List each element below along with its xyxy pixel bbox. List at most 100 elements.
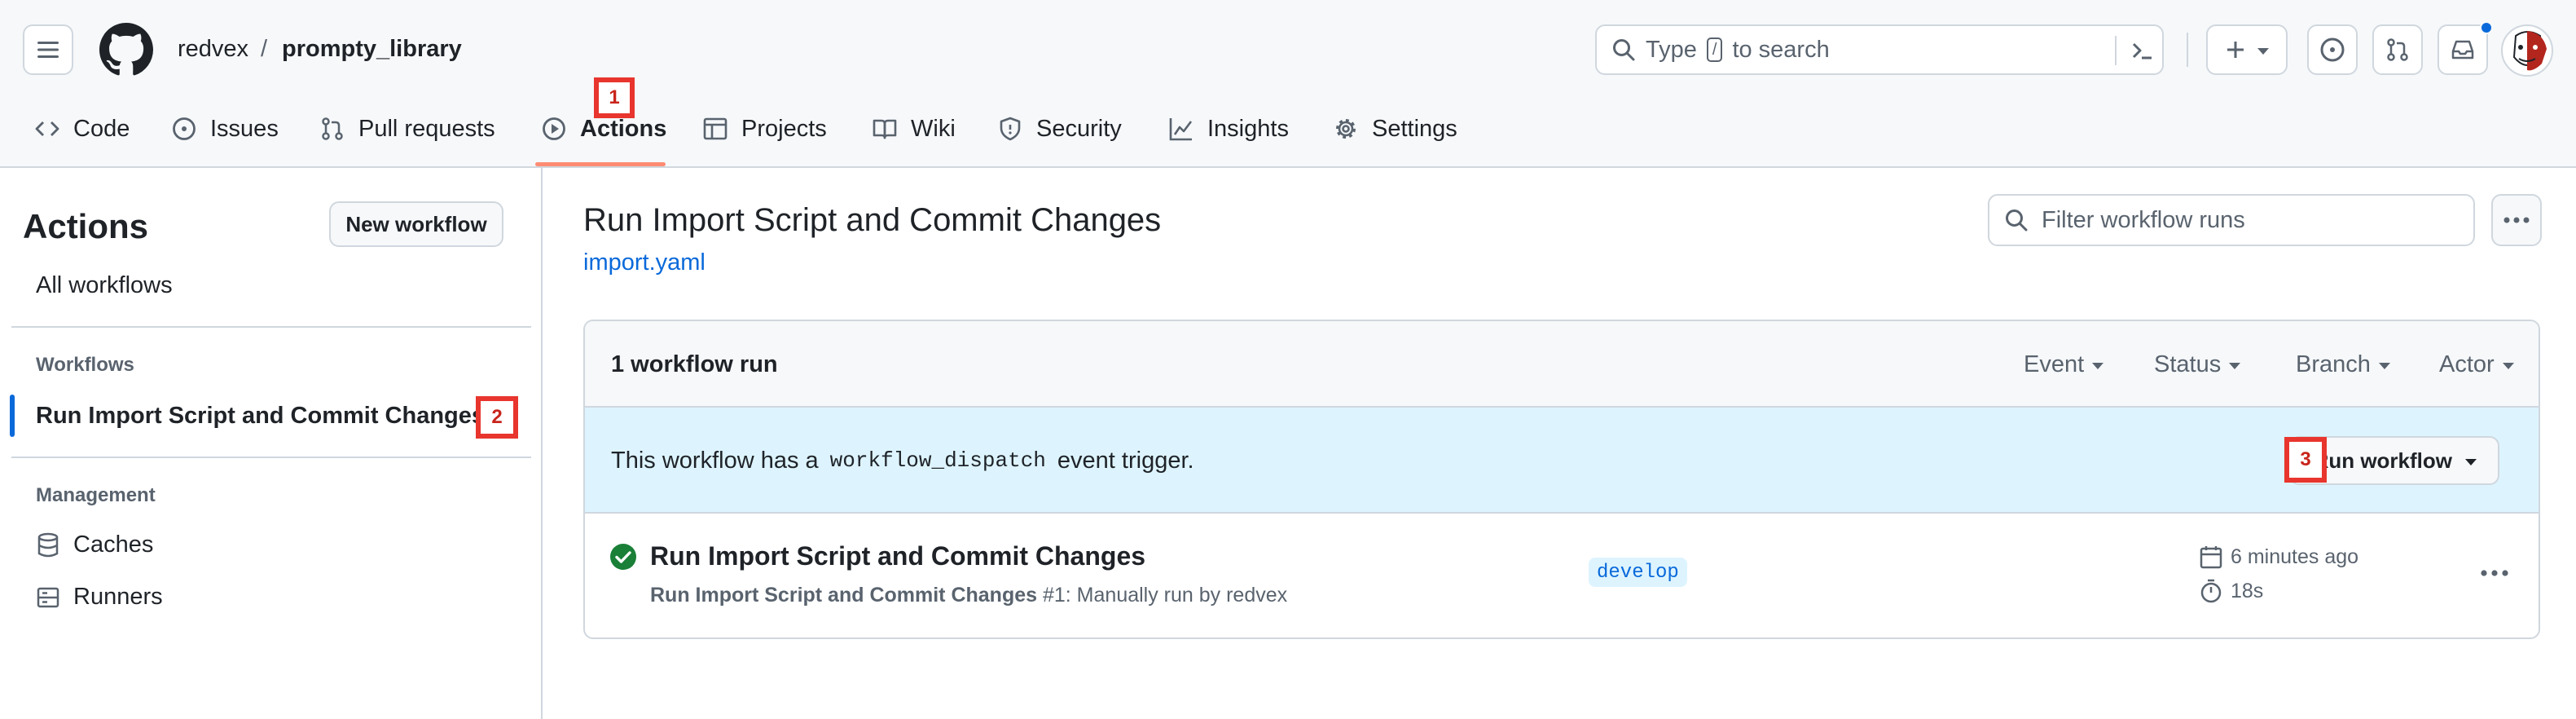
workflows-heading: Workflows — [36, 354, 134, 376]
actions-sidebar: Actions New workflow All workflows Workf… — [0, 168, 543, 719]
filter-runs-input[interactable]: Filter workflow runs — [1988, 194, 2475, 246]
runners-label: Runners — [73, 584, 163, 610]
tab-security[interactable]: Security — [997, 106, 1122, 152]
run-count: 1 workflow run — [611, 351, 778, 377]
tab-code[interactable]: Code — [34, 106, 130, 152]
header-divider — [2187, 33, 2188, 67]
search-input[interactable]: Type / to search — [1595, 24, 2164, 75]
filter-branch-label: Branch — [2296, 351, 2371, 377]
avatar[interactable] — [2501, 24, 2553, 77]
code-icon — [34, 116, 60, 142]
sidebar-item-caches[interactable]: Caches — [36, 532, 153, 558]
filter-placeholder: Filter workflow runs — [2042, 206, 2245, 233]
workflow-run-row[interactable]: Run Import Script and Commit Changes Run… — [585, 514, 2539, 637]
tab-issues[interactable]: Issues — [171, 106, 279, 152]
runs-header: 1 workflow run Event Status Branch Actor — [585, 321, 2539, 408]
duration-text: 18s — [2231, 579, 2264, 602]
filter-actor[interactable]: Actor — [2439, 321, 2514, 408]
pull-requests-button[interactable] — [2372, 24, 2423, 75]
caches-label: Caches — [73, 532, 154, 558]
tab-projects-label: Projects — [741, 115, 827, 142]
notice-text: This workflow has a workflow_dispatch ev… — [611, 408, 1194, 514]
tab-settings-label: Settings — [1372, 115, 1457, 142]
create-new-button[interactable] — [2206, 24, 2288, 75]
new-workflow-button[interactable]: New workflow — [329, 201, 503, 247]
branch-badge[interactable]: develop — [1589, 558, 1687, 587]
notice-suffix: event trigger. — [1057, 447, 1194, 474]
tab-insights[interactable]: Insights — [1168, 106, 1289, 152]
search-key-hint: / — [1706, 37, 1723, 62]
tab-wiki-label: Wiki — [911, 115, 956, 142]
tab-code-label: Code — [73, 115, 130, 142]
sidebar-item-workflow[interactable]: Run Import Script and Commit Changes — [36, 403, 485, 430]
kebab-horizontal-icon[interactable] — [2480, 569, 2509, 577]
pull-request-icon — [319, 116, 345, 142]
search-divider — [2115, 36, 2117, 65]
tab-settings[interactable]: Settings — [1333, 106, 1457, 152]
filter-status[interactable]: Status — [2154, 321, 2241, 408]
search-prefix: Type — [1646, 36, 1697, 63]
notice-prefix: This workflow has a — [611, 447, 819, 474]
dispatch-notice: This workflow has a workflow_dispatch ev… — [585, 408, 2539, 514]
search-icon — [2004, 208, 2029, 232]
graph-icon — [1168, 116, 1194, 142]
tab-pull-requests[interactable]: Pull requests — [319, 106, 495, 152]
annotation-marker-3: 3 — [2284, 437, 2327, 483]
menu-button[interactable] — [23, 24, 73, 75]
run-subtitle: Run Import Script and Commit Changes #1:… — [650, 584, 1287, 607]
tab-security-label: Security — [1036, 115, 1122, 142]
breadcrumb-repo[interactable]: prompty_library — [282, 33, 462, 65]
stopwatch-icon — [2200, 579, 2222, 603]
sidebar-item-runners[interactable]: Runners — [36, 584, 163, 611]
shield-icon — [997, 116, 1023, 142]
filter-event-label: Event — [2024, 351, 2085, 377]
run-time-ago: 6 minutes ago — [2200, 545, 2358, 569]
breadcrumb-owner[interactable]: redvex — [178, 33, 248, 65]
sidebar-item-all-workflows[interactable]: All workflows — [36, 272, 173, 299]
run-duration: 18s — [2200, 579, 2263, 603]
inbox-button[interactable] — [2438, 24, 2488, 75]
issue-icon — [171, 116, 197, 142]
tab-actions-label: Actions — [580, 115, 667, 142]
annotation-marker-1: 1 — [594, 77, 635, 118]
sidebar-divider — [11, 457, 531, 458]
search-icon — [1611, 37, 1636, 62]
calendar-icon — [2200, 545, 2222, 569]
tab-insights-label: Insights — [1207, 115, 1289, 142]
management-heading: Management — [36, 484, 156, 506]
table-icon — [702, 116, 728, 142]
run-title[interactable]: Run Import Script and Commit Changes — [650, 541, 1145, 571]
notice-code: workflow_dispatch — [829, 448, 1046, 473]
workflow-runs-box: 1 workflow run Event Status Branch Actor… — [583, 320, 2540, 639]
tab-wiki[interactable]: Wiki — [872, 106, 956, 152]
caret-down-icon — [2502, 363, 2514, 369]
github-logo-icon[interactable] — [99, 23, 153, 77]
filter-branch[interactable]: Branch — [2296, 321, 2390, 408]
run-subtitle-rest: #1: Manually run by redvex — [1042, 584, 1288, 607]
page-title: Run Import Script and Commit Changes — [583, 202, 1162, 238]
annotation-marker-2: 2 — [476, 396, 518, 439]
server-icon — [36, 585, 60, 610]
caret-down-icon — [2465, 459, 2477, 465]
tab-issues-label: Issues — [210, 115, 279, 142]
caret-down-icon — [2092, 363, 2104, 369]
filter-status-label: Status — [2154, 351, 2222, 377]
filter-event[interactable]: Event — [2024, 321, 2104, 408]
run-workflow-label: Run workflow — [2313, 448, 2452, 473]
play-icon — [541, 116, 567, 142]
caret-down-icon — [2257, 48, 2269, 55]
tab-projects[interactable]: Projects — [702, 106, 827, 152]
book-icon — [872, 116, 898, 142]
gear-icon — [1333, 116, 1359, 142]
issues-button[interactable] — [2307, 24, 2358, 75]
database-icon — [36, 532, 60, 558]
sidebar-title: Actions — [23, 207, 149, 245]
sidebar-active-indicator — [10, 395, 15, 437]
app-header: redvex / prompty_library Type / to searc… — [0, 0, 2576, 168]
sidebar-divider — [11, 326, 531, 328]
hamburger-icon — [36, 40, 60, 60]
more-options-button[interactable] — [2491, 194, 2542, 246]
command-palette-icon[interactable] — [2130, 38, 2154, 63]
workflow-file-link[interactable]: import.yaml — [583, 249, 706, 276]
filter-actor-label: Actor — [2439, 351, 2495, 377]
